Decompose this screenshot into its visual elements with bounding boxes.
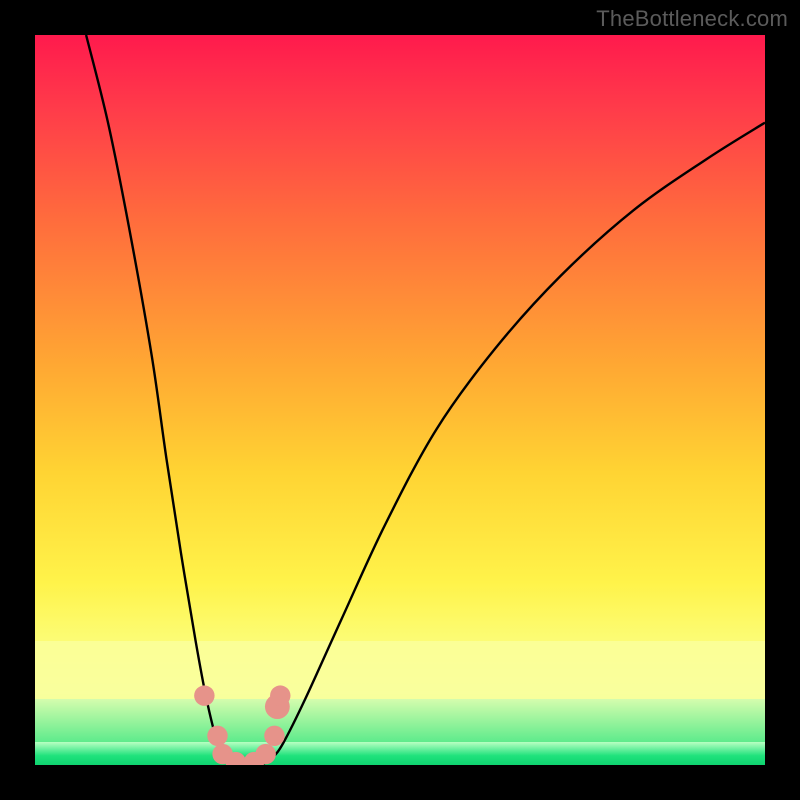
chart-frame: TheBottleneck.com <box>0 0 800 800</box>
data-marker <box>207 726 227 746</box>
plot-area <box>35 35 765 765</box>
data-marker <box>264 726 284 746</box>
curve-right-branch <box>261 123 765 765</box>
data-marker <box>255 744 275 764</box>
chart-svg <box>35 35 765 765</box>
data-marker <box>194 685 214 705</box>
watermark-text: TheBottleneck.com <box>596 6 788 32</box>
curve-left-branch <box>86 35 232 765</box>
data-marker <box>270 685 290 705</box>
